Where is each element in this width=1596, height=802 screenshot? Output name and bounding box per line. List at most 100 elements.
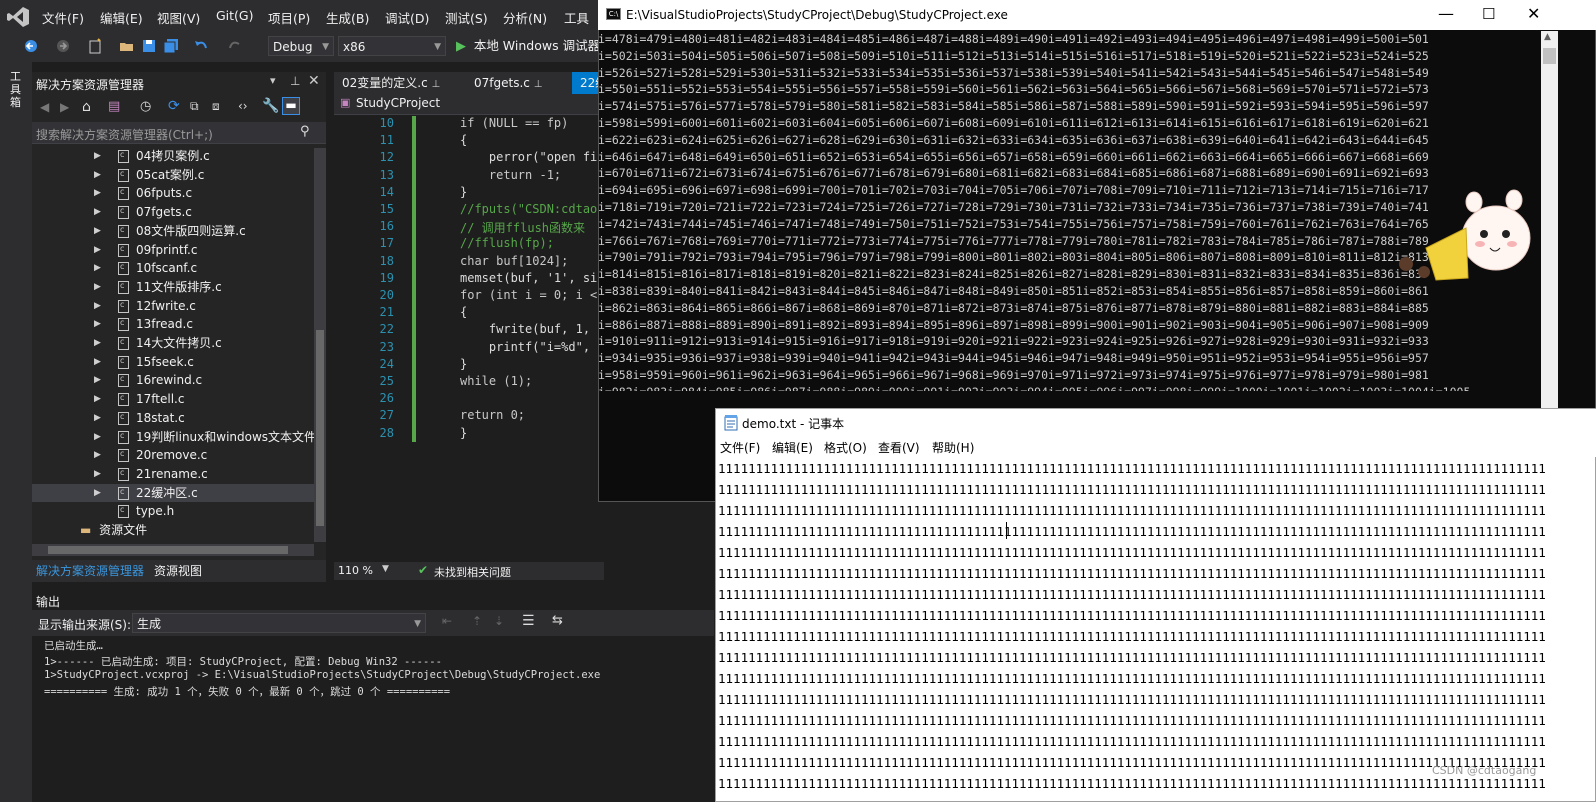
sync-icon[interactable]: ⟳ <box>168 98 180 114</box>
issues-status[interactable]: 未找到相关问题 <box>434 564 511 580</box>
close-icon[interactable]: ✕ <box>308 73 320 89</box>
scrollbar-thumb[interactable] <box>1543 48 1556 64</box>
save-all-icon[interactable] <box>162 37 180 55</box>
notepad-text-area[interactable]: 1111111111111111111111111111111111111111… <box>718 458 1596 802</box>
back-icon[interactable]: ◀ <box>40 100 49 114</box>
zoom-level[interactable]: 110 % <box>338 564 373 577</box>
tree-file-item[interactable]: ▶ 04拷贝案例.c <box>32 146 314 166</box>
expand-arrow-icon[interactable]: ▶ <box>94 484 101 503</box>
view-code-icon[interactable]: ‹› <box>238 99 248 113</box>
expand-arrow-icon[interactable]: ▶ <box>94 334 101 353</box>
expand-arrow-icon[interactable]: ▶ <box>94 222 101 241</box>
output-source-select[interactable]: 生成 ▼ <box>132 613 426 633</box>
next-message-icon[interactable]: ⇣ <box>494 614 504 628</box>
collapse-all-icon[interactable]: ⧉ <box>190 99 199 114</box>
tree-file-item[interactable]: ▶ 14大文件拷贝.c <box>32 333 314 353</box>
toolbox-tab[interactable]: 工具箱 <box>10 70 24 109</box>
notepad-menu-edit[interactable]: 编辑(E) <box>772 439 813 456</box>
expand-arrow-icon[interactable]: ▶ <box>94 465 101 484</box>
tree-file-item[interactable]: ▶ 16rewind.c <box>32 370 314 390</box>
back-icon[interactable] <box>22 37 40 55</box>
tree-file-item[interactable]: ▶ 06fputs.c <box>32 183 314 203</box>
find-message-icon[interactable]: ⇤ <box>442 614 452 628</box>
menu-file[interactable]: 文件(F) <box>42 8 84 27</box>
show-all-files-icon[interactable]: ⧈ <box>212 99 220 114</box>
close-icon[interactable]: ✕ <box>1527 4 1540 23</box>
preview-selected-icon[interactable]: ▬ <box>282 97 300 115</box>
expand-arrow-icon[interactable]: ▶ <box>94 259 101 278</box>
pin-icon[interactable]: ⊥ <box>432 79 441 90</box>
tab-solution-explorer[interactable]: 解决方案资源管理器 <box>36 562 144 579</box>
forward-icon[interactable] <box>54 37 72 55</box>
tree-file-item[interactable]: ▶ 09fprintf.c <box>32 240 314 260</box>
tree-file-item[interactable]: ▶ 13fread.c <box>32 314 314 334</box>
tree-file-item[interactable]: ▶ 22缓冲区.c <box>32 483 314 503</box>
resource-files-folder[interactable]: ▬ 资源文件 <box>80 521 147 538</box>
menu-git[interactable]: Git(G) <box>216 8 254 23</box>
expand-arrow-icon[interactable]: ▶ <box>94 278 101 297</box>
notepad-menu-view[interactable]: 查看(V) <box>878 439 920 456</box>
undo-icon[interactable] <box>192 37 210 55</box>
tree-file-item[interactable]: ▶ 20remove.c <box>32 445 314 465</box>
tree-file-item[interactable]: ▶ 21rename.c <box>32 464 314 484</box>
expand-arrow-icon[interactable]: ▶ <box>94 428 101 447</box>
open-folder-icon[interactable] <box>118 37 136 55</box>
start-debugging-button[interactable]: ▶ 本地 Windows 调试器 <box>456 36 600 56</box>
tree-file-item[interactable]: ▶ 19判断linux和windows文本文件.c <box>32 427 326 447</box>
maximize-icon[interactable]: ☐ <box>1482 5 1495 23</box>
notepad-menu-format[interactable]: 格式(O) <box>824 439 867 456</box>
pending-changes-icon[interactable]: ◷ <box>140 99 151 114</box>
expand-arrow-icon[interactable]: ▶ <box>94 203 101 222</box>
scroll-up-icon[interactable]: ▲ <box>1544 32 1551 42</box>
notepad-menu-help[interactable]: 帮助(H) <box>932 439 974 456</box>
search-icon[interactable]: ⚲ <box>300 124 310 139</box>
new-item-icon[interactable] <box>86 37 104 55</box>
minimize-icon[interactable]: — <box>1438 4 1454 23</box>
menu-build[interactable]: 生成(B) <box>326 8 369 27</box>
tree-file-item[interactable]: ▶ 18stat.c <box>32 408 314 428</box>
tree-file-item[interactable]: ▶ 17ftell.c <box>32 389 314 409</box>
scrollbar-thumb[interactable] <box>316 330 324 526</box>
menu-edit[interactable]: 编辑(E) <box>100 8 143 27</box>
tree-file-item[interactable]: ▶ 11文件版排序.c <box>32 277 314 297</box>
platform-select[interactable]: x86 ▼ <box>338 36 446 56</box>
menu-tools[interactable]: 工具 <box>564 8 589 27</box>
tree-file-item[interactable]: type.h <box>32 501 314 521</box>
expand-arrow-icon[interactable]: ▶ <box>94 390 101 409</box>
tree-file-item[interactable]: ▶ 07fgets.c <box>32 202 314 222</box>
expand-arrow-icon[interactable]: ▶ <box>94 241 101 260</box>
config-select[interactable]: Debug ▼ <box>268 36 334 56</box>
scrollbar-thumb[interactable] <box>48 546 288 554</box>
tab-resource-view[interactable]: 资源视图 <box>154 562 202 579</box>
tree-file-item[interactable]: ▶ 05cat案例.c <box>32 165 314 185</box>
word-wrap-icon[interactable]: ⇆ <box>552 613 563 628</box>
notepad-menu-file[interactable]: 文件(F) <box>720 439 760 456</box>
expand-arrow-icon[interactable]: ▶ <box>94 166 101 185</box>
expand-arrow-icon[interactable]: ▶ <box>94 297 101 316</box>
redo-icon[interactable] <box>226 37 244 55</box>
menu-view[interactable]: 视图(V) <box>157 8 200 27</box>
expand-arrow-icon[interactable]: ▶ <box>94 184 101 203</box>
home-icon[interactable]: ⌂ <box>82 99 91 115</box>
expand-arrow-icon[interactable]: ▶ <box>94 353 101 372</box>
switch-view-icon[interactable]: ▤ <box>108 99 120 114</box>
save-icon[interactable] <box>140 37 158 55</box>
tree-file-item[interactable]: ▶ 10fscanf.c <box>32 258 314 278</box>
expand-arrow-icon[interactable]: ▶ <box>94 371 101 390</box>
menu-analyze[interactable]: 分析(N) <box>503 8 547 27</box>
expand-arrow-icon[interactable]: ▶ <box>94 409 101 428</box>
tab-file-07[interactable]: 07fgets.c ⊥ <box>466 72 550 94</box>
menu-test[interactable]: 测试(S) <box>445 8 488 27</box>
tab-file-02[interactable]: 02变量的定义.c ⊥ <box>334 72 448 94</box>
chevron-down-icon[interactable]: ▼ <box>382 564 389 574</box>
pin-icon[interactable]: ⊥ <box>534 79 543 90</box>
expand-arrow-icon[interactable]: ▶ <box>94 315 101 334</box>
expand-arrow-icon[interactable]: ▶ <box>94 446 101 465</box>
tree-file-item[interactable]: ▶ 08文件版四则运算.c <box>32 221 314 241</box>
tree-file-item[interactable]: ▶ 15fseek.c <box>32 352 314 372</box>
tree-file-item[interactable]: ▶ 12fwrite.c <box>32 296 314 316</box>
dropdown-icon[interactable]: ▾ <box>270 74 276 87</box>
menu-debug[interactable]: 调试(D) <box>385 8 429 27</box>
pin-icon[interactable]: ⊥ <box>290 74 300 88</box>
menu-project[interactable]: 项目(P) <box>268 8 310 27</box>
